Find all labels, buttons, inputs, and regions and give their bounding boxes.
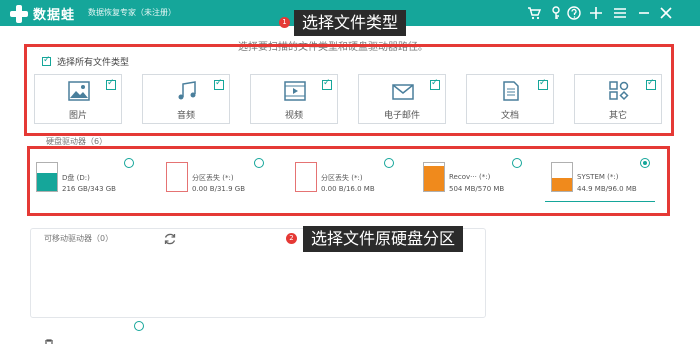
image-checkbox[interactable] — [106, 78, 116, 90]
select-all-label: 选择所有文件类型 — [57, 58, 130, 68]
other-checkbox[interactable] — [646, 78, 656, 90]
select-all-file-types[interactable]: 选择所有文件类型 — [42, 55, 129, 68]
drive-usage-bar — [423, 162, 445, 192]
image-icon — [68, 81, 90, 103]
annotation-badge-2: 2 — [286, 233, 297, 244]
file-type-label: 其它 — [608, 111, 627, 121]
menu-icon[interactable] — [612, 4, 628, 22]
file-type-label: 电子邮件 — [383, 111, 420, 121]
drive-radio[interactable] — [640, 158, 650, 168]
file-type-label: 文档 — [500, 111, 519, 121]
annotation-callout-2: 选择文件原硬盘分区 — [303, 226, 464, 252]
other-icon — [608, 81, 630, 103]
drive-radio[interactable] — [384, 158, 394, 168]
drive-size: 44.9 MB/96.0 MB — [577, 185, 637, 193]
annotation-badge-1: 1 — [279, 17, 290, 28]
video-icon — [284, 81, 306, 103]
drive-size: 216 GB/343 GB — [62, 185, 116, 193]
drive-radio[interactable] — [512, 158, 522, 168]
refresh-icon[interactable] — [163, 231, 177, 245]
file-type-video[interactable]: 视频 — [250, 74, 338, 124]
drive-item[interactable]: 分区丢失 (*:) 0.00 B/16.0 MB — [295, 156, 395, 196]
drive-usage-bar — [551, 162, 573, 192]
drive-name: Recov··· (*:) — [449, 173, 491, 181]
selected-drive-underline — [545, 201, 655, 202]
document-icon — [500, 81, 522, 103]
annotation-callout-1: 选择文件类型 — [294, 10, 407, 36]
file-type-document[interactable]: 文档 — [466, 74, 554, 124]
app-name: 数据蛙 — [33, 8, 76, 23]
cart-icon[interactable] — [526, 4, 542, 22]
video-checkbox[interactable] — [322, 78, 332, 90]
drive-size: 504 MB/570 MB — [449, 185, 505, 193]
drive-usage-bar — [295, 162, 317, 192]
drive-usage-bar — [36, 162, 58, 192]
drive-item[interactable]: Recov··· (*:) 504 MB/570 MB — [423, 156, 523, 196]
file-type-audio[interactable]: 音频 — [142, 74, 230, 124]
plus-icon[interactable] — [588, 4, 604, 22]
file-type-label: 视频 — [284, 111, 303, 121]
drive-name: 分区丢失 (*:) — [192, 174, 234, 182]
music-icon — [176, 81, 198, 103]
email-icon — [392, 81, 414, 103]
file-type-image[interactable]: 图片 — [34, 74, 122, 124]
file-type-email[interactable]: 电子邮件 — [358, 74, 446, 124]
radio-button[interactable] — [134, 321, 144, 331]
file-type-other[interactable]: 其它 — [574, 74, 662, 124]
audio-checkbox[interactable] — [214, 78, 224, 90]
drive-usage-bar — [166, 162, 188, 192]
app-logo: 数据蛙 — [10, 4, 75, 23]
email-checkbox[interactable] — [430, 78, 440, 90]
close-icon[interactable] — [658, 4, 674, 22]
app-subtitle: 数据恢复专家（未注册） — [88, 8, 176, 17]
drive-item[interactable]: D盘 (D:) 216 GB/343 GB — [36, 156, 136, 196]
file-type-label: 图片 — [68, 111, 87, 121]
document-checkbox[interactable] — [538, 78, 548, 90]
drive-name: 分区丢失 (*:) — [321, 174, 363, 182]
drive-item[interactable]: SYSTEM (*:) 44.9 MB/96.0 MB — [551, 156, 651, 196]
drive-name: D盘 (D:) — [62, 174, 90, 182]
help-icon[interactable] — [566, 4, 582, 22]
trash-icon[interactable] — [44, 334, 54, 344]
drive-size: 0.00 B/31.9 GB — [192, 185, 246, 193]
drive-name: SYSTEM (*:) — [577, 173, 619, 181]
select-all-checkbox[interactable] — [42, 55, 51, 66]
removable-drives-label: 可移动驱动器（0） — [44, 234, 114, 243]
drive-item[interactable]: 分区丢失 (*:) 0.00 B/31.9 GB — [166, 156, 266, 196]
minimize-icon[interactable] — [636, 4, 652, 22]
key-icon[interactable] — [548, 4, 564, 22]
drive-radio[interactable] — [124, 158, 134, 168]
file-type-label: 音频 — [176, 111, 195, 121]
drive-radio[interactable] — [254, 158, 264, 168]
logo-plus-icon — [10, 4, 28, 23]
drive-size: 0.00 B/16.0 MB — [321, 185, 375, 193]
